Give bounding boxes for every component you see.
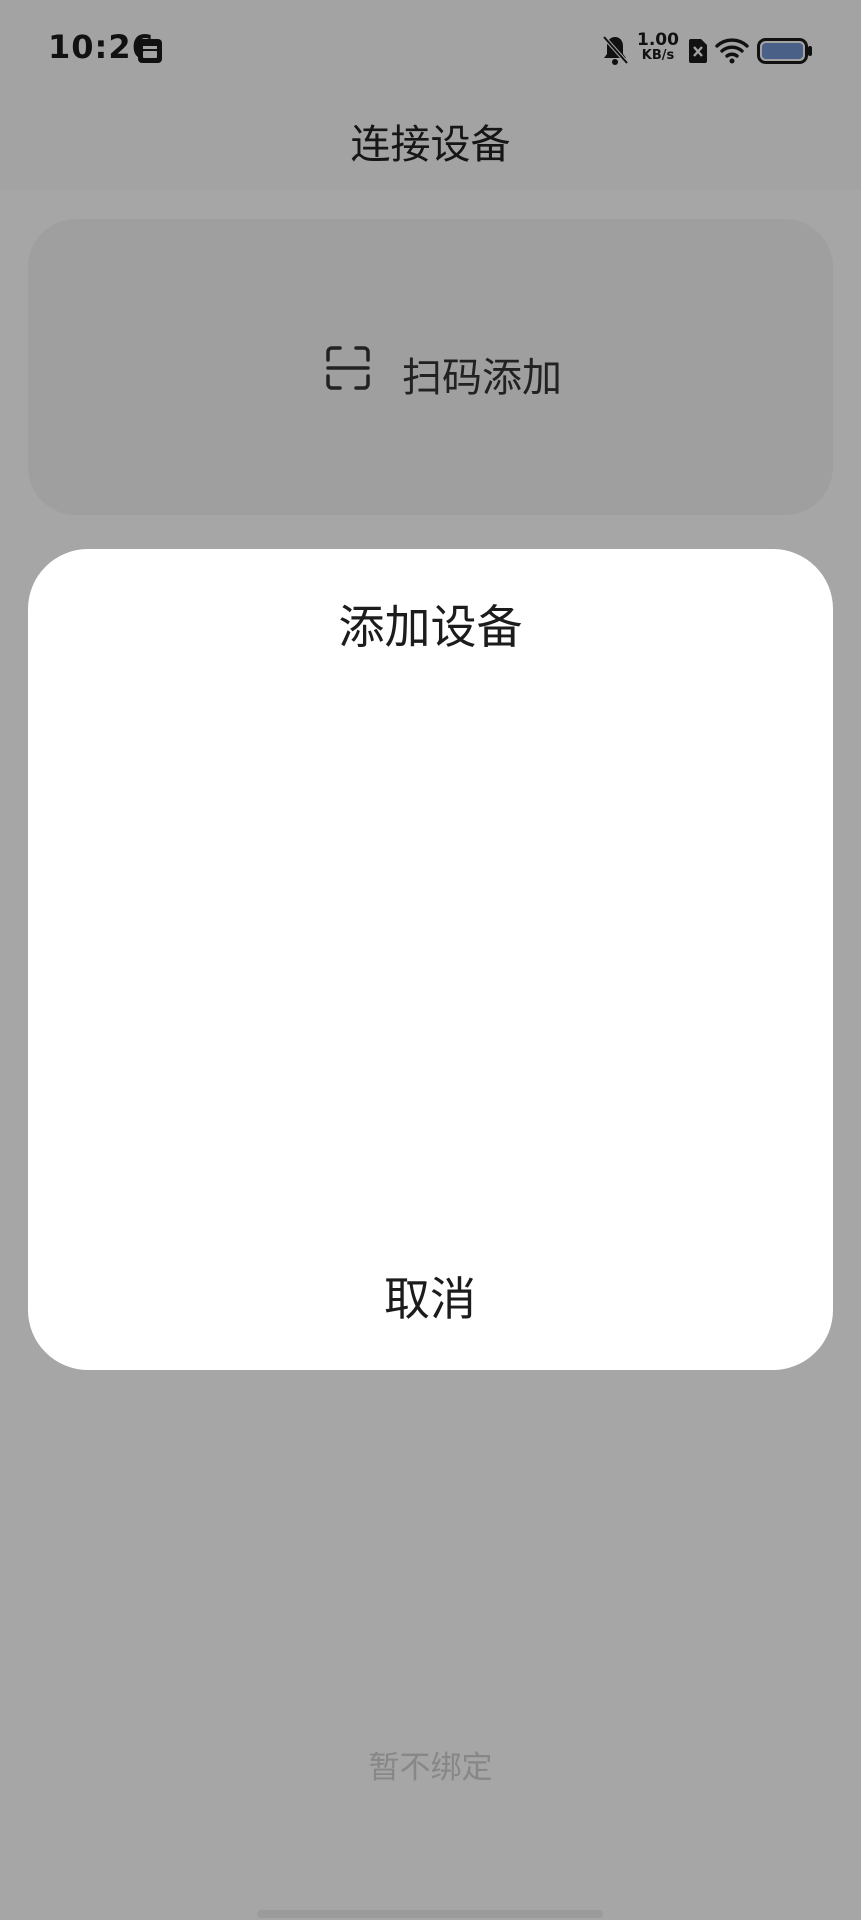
- add-device-dialog: 添加设备 取消: [28, 549, 833, 1370]
- dialog-title: 添加设备: [338, 600, 523, 654]
- dialog-content-area: [68, 679, 793, 1199]
- cancel-button[interactable]: 取消: [280, 1249, 580, 1349]
